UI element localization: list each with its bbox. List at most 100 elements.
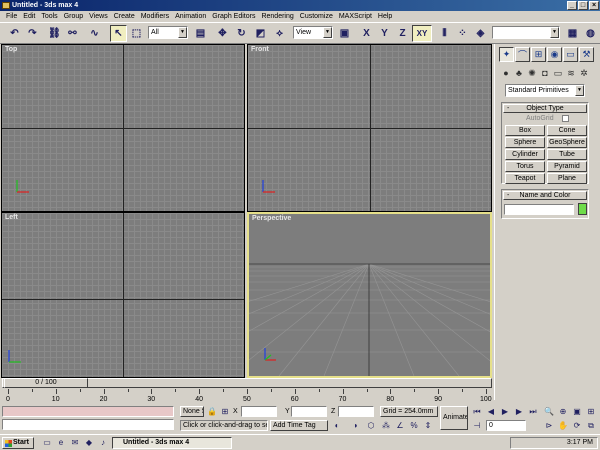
arc-rotate-icon[interactable]: ⟳ <box>572 421 582 431</box>
object-type-header[interactable]: - Object Type <box>503 104 587 113</box>
sphere-button[interactable]: Sphere <box>505 137 545 148</box>
previous-frame-icon[interactable]: ◀ <box>486 407 496 417</box>
lock-icon[interactable]: 🔒 <box>207 407 217 417</box>
align-icon[interactable]: ◈ <box>472 25 489 42</box>
axis-xy-button[interactable]: XY <box>412 25 432 42</box>
maxscript-listener-field[interactable] <box>2 406 174 417</box>
taskbar-item-3dsmax[interactable]: Untitled - 3ds max 4 <box>112 437 232 449</box>
field-of-view-icon[interactable]: ⊳ <box>544 421 554 431</box>
x-coordinate-field[interactable] <box>241 406 277 417</box>
geometry-icon[interactable]: ● <box>501 68 511 78</box>
maximize-viewport-icon[interactable]: ⧉ <box>586 421 596 431</box>
unlink-icon[interactable]: ⚯ <box>64 25 81 42</box>
geosphere-button[interactable]: GeoSphere <box>547 137 587 148</box>
manipulate-icon[interactable]: ⟡ <box>271 25 288 42</box>
animate-button[interactable]: Animate <box>440 406 468 430</box>
material-editor-icon[interactable]: ◍ <box>582 25 599 42</box>
maxscript-input-field[interactable] <box>2 419 174 430</box>
go-to-end-icon[interactable]: ⏭ <box>528 407 538 417</box>
rotate-icon[interactable]: ↻ <box>233 25 250 42</box>
show-desktop-icon[interactable]: ▭ <box>42 438 52 448</box>
menu-views[interactable]: Views <box>86 11 111 22</box>
snap-toggle-icon[interactable]: ⬡ <box>366 421 376 431</box>
named-selection-dropdown[interactable]: ▼ <box>492 26 560 39</box>
media-player-icon[interactable]: ♪ <box>98 438 108 448</box>
systems-icon[interactable]: ✲ <box>579 68 589 78</box>
y-coordinate-field[interactable] <box>291 406 327 417</box>
menu-rendering[interactable]: Rendering <box>258 11 296 22</box>
snap-2d-icon[interactable]: ⁂ <box>381 421 391 431</box>
play-icon[interactable]: ▶ <box>500 407 510 417</box>
menu-animation[interactable]: Animation <box>172 11 209 22</box>
primitive-category-dropdown[interactable]: Standard Primitives ▼ <box>505 84 585 97</box>
menu-maxscript[interactable]: MAXScript <box>336 11 375 22</box>
link-icon[interactable]: ⛓ <box>46 25 63 42</box>
cameras-icon[interactable]: ◘ <box>540 68 550 78</box>
zoom-extents-icon[interactable]: ▣ <box>572 407 582 417</box>
pivot-center-icon[interactable]: ▣ <box>336 25 353 42</box>
object-name-field[interactable] <box>504 204 574 215</box>
angle-snap-icon[interactable]: ∠ <box>395 421 405 431</box>
display-tab-icon[interactable]: ▭ <box>563 47 578 62</box>
create-tab-icon[interactable]: ✦ <box>499 47 514 62</box>
maximize-button[interactable]: □ <box>578 1 588 10</box>
track-view-icon[interactable]: ▦ <box>564 25 581 42</box>
shapes-icon[interactable]: ♣ <box>514 68 524 78</box>
menu-group[interactable]: Group <box>61 11 86 22</box>
menu-tools[interactable]: Tools <box>38 11 60 22</box>
axis-z-button[interactable]: Z <box>394 25 411 42</box>
selection-filter-dropdown[interactable]: All ▼ <box>148 26 188 39</box>
torus-button[interactable]: Torus <box>505 161 545 172</box>
viewport-perspective[interactable]: Perspective <box>247 212 492 378</box>
go-to-start-icon[interactable]: ⏮ <box>472 407 482 417</box>
window-crossing-icon[interactable]: ◐ <box>332 421 342 431</box>
menu-file[interactable]: File <box>3 11 20 22</box>
cylinder-button[interactable]: Cylinder <box>505 149 545 160</box>
motion-tab-icon[interactable]: ◉ <box>547 47 562 62</box>
viewport-front[interactable]: Front <box>247 44 492 212</box>
time-slider-thumb[interactable]: 0 / 100 <box>4 378 88 388</box>
menu-help[interactable]: Help <box>375 11 395 22</box>
array-icon[interactable]: ⁘ <box>454 25 471 42</box>
object-color-swatch[interactable] <box>578 203 587 215</box>
tube-button[interactable]: Tube <box>547 149 587 160</box>
menu-modifiers[interactable]: Modifiers <box>138 11 172 22</box>
modify-tab-icon[interactable]: ⌒ <box>515 47 530 62</box>
zoom-icon[interactable]: 🔍 <box>544 407 554 417</box>
select-region-icon[interactable]: ⬚ <box>128 25 145 42</box>
cone-button[interactable]: Cone <box>547 125 587 136</box>
redo-icon[interactable]: ↷ <box>24 25 41 42</box>
plane-button[interactable]: Plane <box>547 173 587 184</box>
undo-icon[interactable]: ↶ <box>6 25 23 42</box>
absolute-mode-icon[interactable]: ⊞ <box>220 407 230 417</box>
zoom-all-icon[interactable]: ⊕ <box>558 407 568 417</box>
percent-snap-icon[interactable]: % <box>409 421 419 431</box>
viewport-left[interactable]: Left <box>1 212 245 378</box>
bind-space-warp-icon[interactable]: ∿ <box>86 25 103 42</box>
axis-y-button[interactable]: Y <box>376 25 393 42</box>
move-icon[interactable]: ✥ <box>214 25 231 42</box>
pan-icon[interactable]: ✋ <box>558 421 568 431</box>
menu-edit[interactable]: Edit <box>20 11 38 22</box>
current-frame-field[interactable]: 0 <box>486 420 526 431</box>
track-bar[interactable]: 0 10 20 30 40 50 60 70 80 90 100 <box>2 389 492 403</box>
mirror-icon[interactable]: ⫴ <box>436 25 453 42</box>
zoom-extents-all-icon[interactable]: ⊞ <box>586 407 596 417</box>
time-slider[interactable]: 0 / 100 <box>2 378 492 389</box>
axis-x-button[interactable]: X <box>358 25 375 42</box>
reference-coordinate-dropdown[interactable]: View ▼ <box>293 26 333 39</box>
autogrid-checkbox[interactable] <box>562 115 569 122</box>
menu-customize[interactable]: Customize <box>297 11 336 22</box>
viewport-top[interactable]: Top <box>1 44 245 212</box>
pyramid-button[interactable]: Pyramid <box>547 161 587 172</box>
start-button[interactable]: Start <box>2 437 34 449</box>
degradation-override-icon[interactable]: ◑ <box>350 421 360 431</box>
close-button[interactable]: × <box>589 1 599 10</box>
3ds-max-quicklaunch-icon[interactable]: ◆ <box>84 438 94 448</box>
outlook-express-icon[interactable]: ✉ <box>70 438 80 448</box>
space-warps-icon[interactable]: ≋ <box>566 68 576 78</box>
spinner-snap-icon[interactable]: ⇕ <box>423 421 433 431</box>
helpers-icon[interactable]: ▭ <box>553 68 563 78</box>
select-object-icon[interactable]: ↖ <box>110 25 127 42</box>
scale-icon[interactable]: ◩ <box>252 25 269 42</box>
